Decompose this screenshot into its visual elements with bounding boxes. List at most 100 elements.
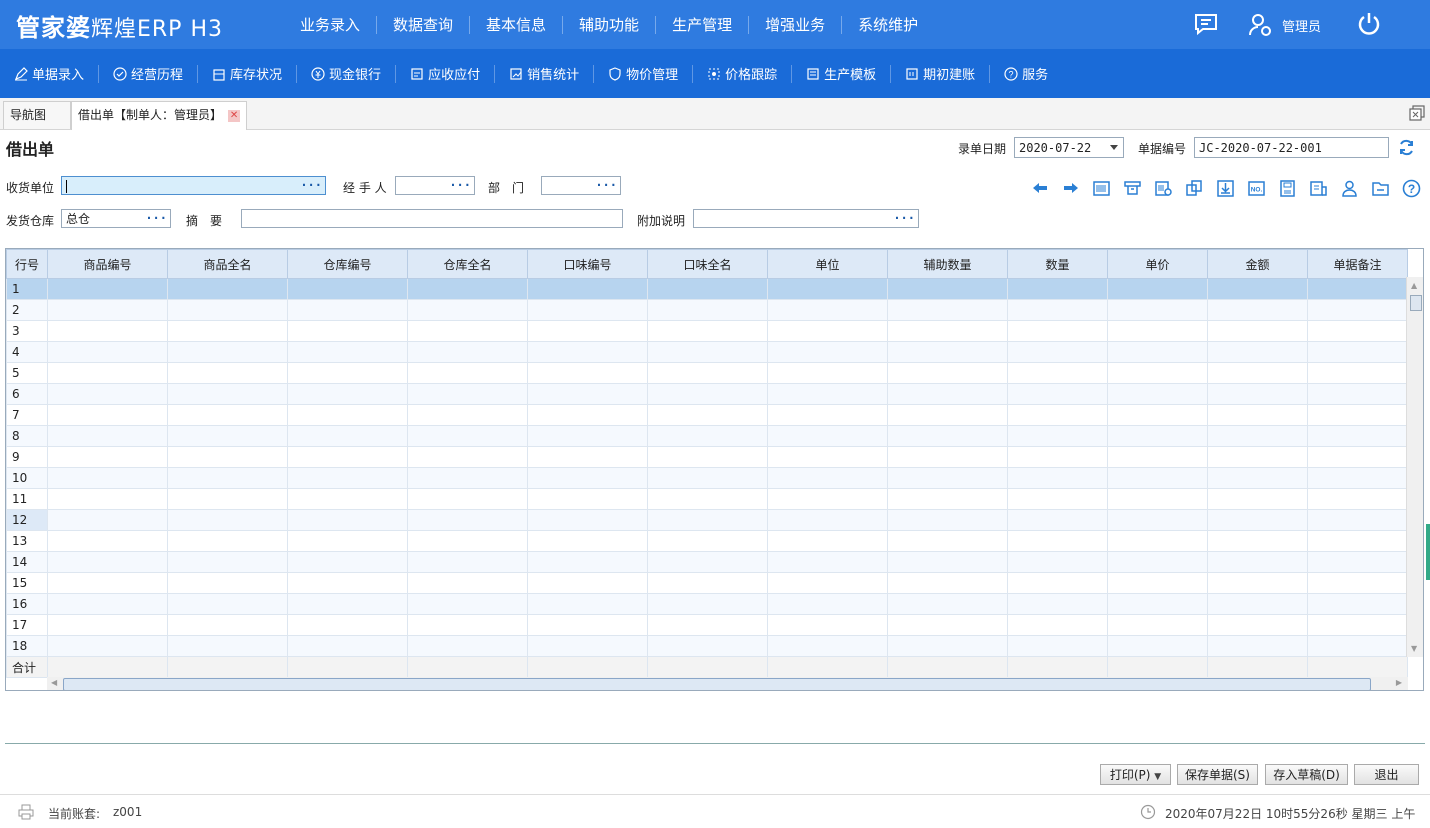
grid-cell[interactable] <box>527 467 648 489</box>
grid-cell[interactable] <box>767 383 888 405</box>
grid-cell[interactable] <box>287 551 408 573</box>
grid-cell[interactable] <box>287 341 408 363</box>
folder-icon[interactable] <box>1365 177 1396 199</box>
grid-cell[interactable] <box>527 320 648 342</box>
grid-cell[interactable] <box>767 593 888 615</box>
grid-cell[interactable] <box>167 383 288 405</box>
menu-aux-functions[interactable]: 辅助功能 <box>563 15 657 34</box>
grid-cell[interactable] <box>47 404 168 426</box>
import-icon[interactable] <box>1210 177 1241 199</box>
grid-cell[interactable] <box>647 404 768 426</box>
grid-cell[interactable] <box>287 425 408 447</box>
grid-cell[interactable] <box>767 530 888 552</box>
grid-cell[interactable] <box>527 278 648 300</box>
grid-cell[interactable] <box>767 362 888 384</box>
grid-cell[interactable] <box>167 425 288 447</box>
table-row[interactable]: 8 <box>6 425 1408 447</box>
grid-cell[interactable] <box>887 467 1008 489</box>
grid-cell[interactable] <box>647 593 768 615</box>
grid-cell[interactable] <box>407 530 528 552</box>
grid-cell[interactable] <box>407 362 528 384</box>
grid-cell[interactable] <box>407 551 528 573</box>
grid-cell[interactable] <box>1207 467 1308 489</box>
vertical-scrollbar[interactable]: ▲ ▼ <box>1406 277 1423 657</box>
grid-cell[interactable] <box>1107 530 1208 552</box>
grid-cell[interactable] <box>407 425 528 447</box>
grid-cell[interactable] <box>1307 425 1408 447</box>
grid-cell[interactable] <box>47 572 168 594</box>
grid-cell[interactable] <box>287 383 408 405</box>
message-icon[interactable] <box>1193 12 1219 36</box>
grid-cell[interactable] <box>527 299 648 321</box>
grid-cell[interactable] <box>1207 635 1308 657</box>
grid-cell[interactable] <box>47 362 168 384</box>
grid-cell[interactable] <box>1007 551 1108 573</box>
grid-cell[interactable] <box>1207 446 1308 468</box>
grid-cell[interactable] <box>647 488 768 510</box>
grid-cell[interactable] <box>1207 383 1308 405</box>
grid-cell[interactable] <box>1107 278 1208 300</box>
user-icon[interactable] <box>1247 12 1273 38</box>
grid-cell[interactable] <box>887 404 1008 426</box>
tab-nav[interactable]: 导航图 <box>3 101 71 129</box>
grid-cell[interactable] <box>1007 320 1108 342</box>
grid-cell[interactable] <box>1107 404 1208 426</box>
grid-cell[interactable] <box>527 635 648 657</box>
table-row[interactable]: 15 <box>6 572 1408 594</box>
grid-cell[interactable] <box>1007 593 1108 615</box>
note-field[interactable]: ··· <box>693 209 919 228</box>
table-row[interactable]: 2 <box>6 299 1408 321</box>
grid-cell[interactable] <box>767 467 888 489</box>
grid-cell[interactable] <box>647 425 768 447</box>
close-icon[interactable]: ✕ <box>228 109 241 122</box>
grid-cell[interactable] <box>647 383 768 405</box>
ellipsis-icon[interactable]: ··· <box>893 209 915 228</box>
grid-cell[interactable] <box>887 278 1008 300</box>
menu-business-entry[interactable]: 业务录入 <box>284 15 378 34</box>
grid-cell[interactable] <box>47 299 168 321</box>
grid-cell[interactable] <box>647 362 768 384</box>
grid-cell[interactable] <box>887 551 1008 573</box>
submenu-receivable[interactable]: 应收应付 <box>396 64 496 83</box>
ellipsis-icon[interactable]: ··· <box>595 176 617 195</box>
grid-cell[interactable] <box>1207 488 1308 510</box>
grid-cell[interactable] <box>767 320 888 342</box>
grid-cell[interactable] <box>407 446 528 468</box>
table-row[interactable]: 7 <box>6 404 1408 426</box>
grid-cell[interactable] <box>1007 614 1108 636</box>
grid-cell[interactable] <box>1207 320 1308 342</box>
grid-cell[interactable] <box>1207 572 1308 594</box>
ellipsis-icon[interactable]: ··· <box>300 176 322 195</box>
arrow-right-icon[interactable] <box>1055 177 1086 199</box>
grid-cell[interactable] <box>1307 551 1408 573</box>
save-icon[interactable] <box>1272 177 1303 199</box>
grid-cell[interactable] <box>167 488 288 510</box>
grid-cell[interactable] <box>1307 299 1408 321</box>
grid-cell[interactable] <box>167 320 288 342</box>
column-header[interactable]: 仓库全名 <box>407 249 528 279</box>
grid-cell[interactable] <box>647 320 768 342</box>
column-header[interactable]: 行号 <box>6 249 48 279</box>
grid-cell[interactable] <box>1207 530 1308 552</box>
summary-field[interactable] <box>241 209 623 228</box>
grid-cell[interactable] <box>887 341 1008 363</box>
grid-cell[interactable] <box>167 572 288 594</box>
grid-cell[interactable] <box>47 593 168 615</box>
grid-cell[interactable] <box>1207 299 1308 321</box>
scroll-left-icon[interactable]: ◀ <box>51 678 57 687</box>
grid-cell[interactable] <box>527 383 648 405</box>
column-header[interactable]: 商品全名 <box>167 249 288 279</box>
grid-cell[interactable] <box>47 551 168 573</box>
submenu-opening[interactable]: 期初建账 <box>891 64 991 83</box>
grid-cell[interactable] <box>1307 467 1408 489</box>
submenu-price-mgmt[interactable]: 物价管理 <box>594 64 694 83</box>
table-row[interactable]: 4 <box>6 341 1408 363</box>
grid-cell[interactable] <box>47 320 168 342</box>
grid-cell[interactable] <box>407 572 528 594</box>
grid-cell[interactable] <box>527 509 648 531</box>
column-header[interactable]: 仓库编号 <box>287 249 408 279</box>
menu-system[interactable]: 系统维护 <box>842 16 934 34</box>
grid-cell[interactable] <box>47 341 168 363</box>
exit-button[interactable]: 退出 <box>1354 764 1419 785</box>
table-row[interactable]: 9 <box>6 446 1408 468</box>
